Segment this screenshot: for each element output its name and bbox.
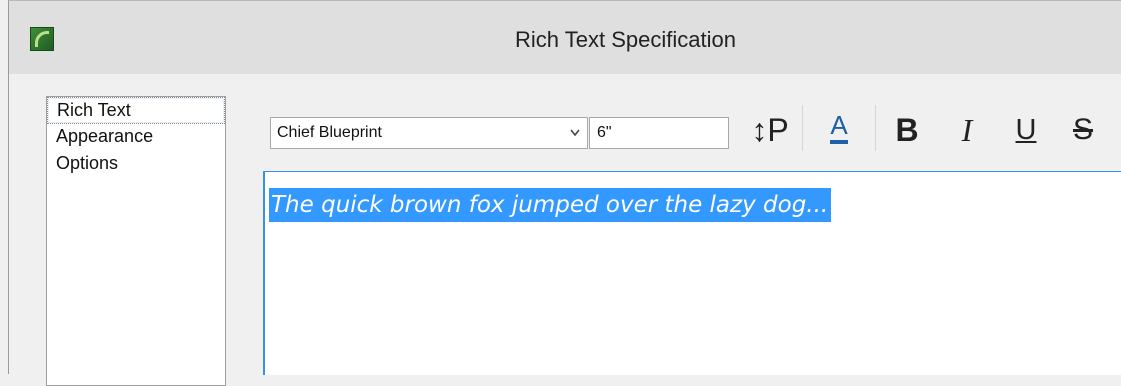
font-family-select[interactable]: Chief Blueprint — [270, 117, 588, 149]
toolbar-divider — [802, 105, 803, 151]
font-size-input[interactable]: 6" — [589, 117, 729, 149]
strikethrough-icon: S — [1072, 113, 1093, 146]
italic-icon: I — [961, 112, 973, 148]
line-spacing-button[interactable]: ↕P — [745, 105, 795, 155]
sidebar-item-appearance[interactable]: Appearance — [47, 124, 225, 151]
bold-icon: B — [895, 112, 919, 148]
editor-selected-text[interactable]: The quick brown fox jumped over the lazy… — [269, 188, 832, 222]
bold-button[interactable]: B — [887, 105, 927, 155]
toolbar-divider — [875, 105, 876, 151]
font-family-value: Chief Blueprint — [277, 124, 382, 141]
rich-text-editor[interactable]: The quick brown fox jumped over the lazy… — [263, 171, 1121, 375]
underline-button[interactable]: U — [1006, 105, 1046, 155]
underline-icon: U — [1015, 114, 1037, 146]
font-size-value: 6" — [597, 124, 612, 141]
sidebar-list: Rich Text Appearance Options — [46, 96, 226, 386]
line-spacing-icon: ↕P — [751, 112, 789, 148]
window-title: Rich Text Specification — [515, 27, 736, 52]
italic-button[interactable]: I — [947, 105, 987, 155]
strikethrough-button[interactable]: S — [1063, 105, 1103, 155]
sidebar-item-options[interactable]: Options — [47, 151, 225, 178]
font-color-icon: A — [830, 110, 848, 144]
font-color-button[interactable]: A — [814, 105, 864, 155]
chevron-down-icon[interactable] — [569, 118, 581, 158]
sidebar-item-rich-text[interactable]: Rich Text — [47, 97, 225, 124]
title-bar[interactable]: Rich Text Specification — [9, 1, 1121, 74]
dialog-window: Rich Text Specification Rich Text Appear… — [8, 0, 1121, 386]
